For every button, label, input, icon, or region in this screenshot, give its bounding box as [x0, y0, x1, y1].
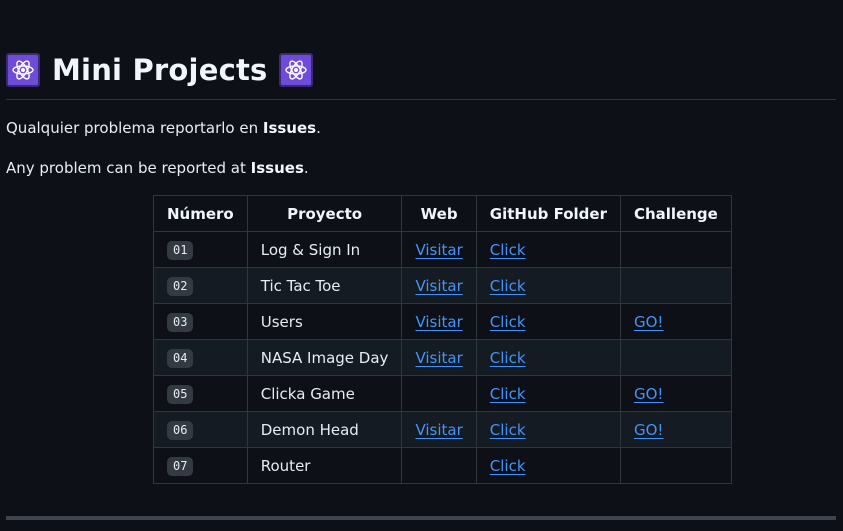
folder-link[interactable]: Click — [490, 277, 526, 295]
web-cell: Visitar — [401, 267, 477, 304]
atom-icon — [279, 53, 314, 87]
web-cell: Visitar — [401, 339, 477, 376]
visit-link[interactable]: Visitar — [415, 241, 462, 259]
atom-icon — [6, 53, 40, 87]
folder-cell: Click — [475, 447, 621, 484]
folder-cell: Click — [475, 411, 621, 448]
folder-cell: Click — [475, 375, 621, 412]
page-title: Mini Projects — [52, 53, 268, 87]
project-name: Users — [246, 303, 403, 340]
project-name: Router — [246, 447, 403, 484]
page-heading: Mini Projects — [6, 50, 836, 100]
web-cell: Visitar — [401, 231, 477, 268]
folder-cell: Click — [475, 303, 621, 340]
folder-link[interactable]: Click — [490, 457, 526, 475]
folder-cell: Click — [475, 231, 621, 268]
folder-link[interactable]: Click — [490, 241, 526, 259]
folder-link[interactable]: Click — [490, 421, 526, 439]
project-number: 04 — [167, 348, 194, 368]
intro-es-period: . — [316, 119, 321, 137]
web-cell — [401, 447, 477, 484]
table-row: 03 Users Visitar Click GO! — [153, 303, 732, 340]
intro-en-period: . — [303, 159, 309, 177]
intro-spanish: Qualquier problema reportarlo en Issues. — [6, 118, 321, 138]
project-name: Clicka Game — [246, 375, 403, 412]
challenge-cell: GO! — [619, 303, 732, 340]
column-header-challenge: Challenge — [619, 195, 732, 232]
web-cell: Visitar — [401, 411, 477, 448]
visit-link[interactable]: Visitar — [415, 313, 462, 331]
folder-cell: Click — [475, 339, 621, 376]
project-number: 05 — [167, 384, 194, 404]
number-cell: 04 — [153, 339, 248, 376]
folder-cell: Click — [475, 267, 621, 304]
table-row: 02 Tic Tac Toe Visitar Click — [153, 267, 732, 304]
number-cell: 03 — [153, 303, 248, 340]
number-cell: 05 — [153, 375, 248, 412]
issues-link-es[interactable]: Issues — [263, 119, 316, 137]
number-cell: 01 — [153, 231, 248, 268]
projects-table: Número Proyecto Web GitHub Folder Challe… — [153, 195, 732, 484]
challenge-cell: GO! — [619, 375, 732, 412]
readme-page: Mini Projects Qualquier problema reporta… — [0, 0, 843, 531]
project-name: Demon Head — [246, 411, 403, 448]
folder-link[interactable]: Click — [490, 313, 526, 331]
folder-link[interactable]: Click — [490, 349, 526, 367]
column-header-proyecto: Proyecto — [246, 195, 403, 232]
table-row: 04 NASA Image Day Visitar Click — [153, 339, 732, 376]
visit-link[interactable]: Visitar — [415, 349, 462, 367]
project-name: NASA Image Day — [246, 339, 403, 376]
column-header-github-folder: GitHub Folder — [475, 195, 621, 232]
visit-link[interactable]: Visitar — [415, 421, 462, 439]
project-number: 07 — [167, 456, 194, 476]
table-row: 05 Clicka Game Click GO! — [153, 375, 732, 412]
column-header-web: Web — [401, 195, 477, 232]
challenge-cell — [619, 339, 732, 376]
web-cell — [401, 375, 477, 412]
number-cell: 06 — [153, 411, 248, 448]
challenge-link[interactable]: GO! — [634, 421, 663, 439]
table-row: 06 Demon Head Visitar Click GO! — [153, 411, 732, 448]
project-number: 06 — [167, 420, 194, 440]
project-number: 02 — [167, 276, 194, 296]
table-row: 01 Log & Sign In Visitar Click — [153, 231, 732, 268]
challenge-cell — [619, 267, 732, 304]
table-row: 07 Router Click — [153, 447, 732, 484]
number-cell: 07 — [153, 447, 248, 484]
horizontal-rule — [6, 516, 836, 520]
column-header-numero: Número — [153, 195, 248, 232]
intro-english: Any problem can be reported at Issues. — [6, 158, 309, 178]
project-name: Log & Sign In — [246, 231, 403, 268]
number-cell: 02 — [153, 267, 248, 304]
challenge-cell: GO! — [619, 411, 732, 448]
folder-link[interactable]: Click — [490, 385, 526, 403]
intro-en-text: Any problem can be reported at — [6, 159, 251, 177]
intro-es-text: Qualquier problema reportarlo en — [6, 119, 263, 137]
project-number: 03 — [167, 312, 194, 332]
challenge-link[interactable]: GO! — [634, 313, 663, 331]
visit-link[interactable]: Visitar — [415, 277, 462, 295]
web-cell: Visitar — [401, 303, 477, 340]
project-name: Tic Tac Toe — [246, 267, 403, 304]
challenge-cell — [619, 447, 732, 484]
project-number: 01 — [167, 240, 194, 260]
challenge-cell — [619, 231, 732, 268]
issues-link-en[interactable]: Issues — [251, 159, 304, 177]
table-header-row: Número Proyecto Web GitHub Folder Challe… — [153, 195, 732, 232]
challenge-link[interactable]: GO! — [634, 385, 663, 403]
